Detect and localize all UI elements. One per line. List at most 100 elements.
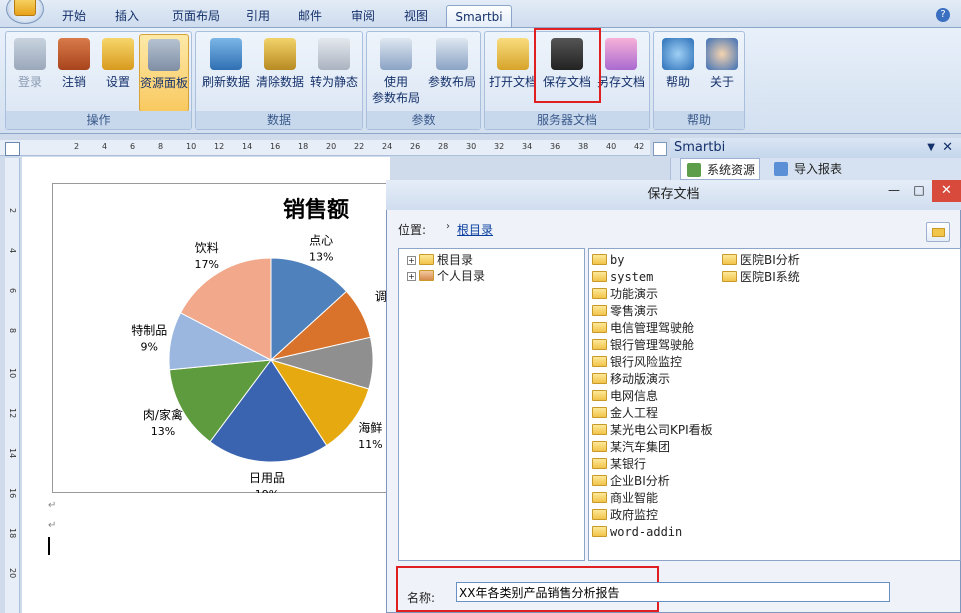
folder-item[interactable]: by: [592, 252, 624, 268]
slice-label: 特制品: [131, 322, 167, 337]
close-icon[interactable]: ✕: [932, 180, 961, 202]
ruler-mark: 12: [8, 408, 17, 419]
help-button[interactable]: 帮助: [656, 34, 700, 112]
folder-item[interactable]: 电网信息: [592, 388, 658, 404]
ruler-mark: 2: [8, 208, 17, 214]
tab-stop-selector[interactable]: [5, 142, 20, 156]
refresh-icon: [210, 38, 242, 70]
user-folder-icon: [419, 270, 434, 281]
ribbon-tab-bar: 开始 插入 页面布局 引用 邮件 审阅 视图 Smartbi ?: [0, 0, 961, 28]
folder-icon: [592, 407, 607, 418]
folder-item[interactable]: 某汽车集团: [592, 439, 670, 455]
panel-close-icon[interactable]: ✕: [942, 138, 953, 158]
expand-icon[interactable]: +: [407, 272, 416, 281]
folder-item[interactable]: 某银行: [592, 456, 646, 472]
folder-item[interactable]: 银行管理驾驶舱: [592, 337, 694, 353]
tab-insert[interactable]: 插入: [104, 5, 150, 27]
slice-label: 点心: [309, 234, 333, 248]
folder-name: 政府监控: [610, 508, 659, 522]
folder-item[interactable]: 医院BI系统: [722, 269, 800, 285]
folder-name: 某汽车集团: [610, 440, 671, 454]
use-param-layout-button[interactable]: 使用 参数布局: [369, 34, 423, 114]
tab-references[interactable]: 引用: [238, 5, 278, 27]
settings-button[interactable]: 设置: [98, 34, 138, 112]
folder-item[interactable]: 商业智能: [592, 490, 658, 506]
text-cursor: [48, 537, 50, 555]
folder-icon: [592, 509, 607, 520]
slice-percent-label: 17%: [194, 258, 218, 271]
tab-smartbi[interactable]: Smartbi: [446, 5, 512, 27]
clear-data-button[interactable]: 清除数据: [254, 34, 306, 112]
ruler-toggle-icon[interactable]: [653, 142, 667, 156]
folder-item[interactable]: 功能演示: [592, 286, 658, 302]
horizontal-ruler[interactable]: 2 4 6 8 10 12 14 16 18 20 22 24 26 28 30 32 34 36 38 40 42: [0, 140, 650, 156]
slice-label: 肉/家禽: [143, 407, 183, 422]
folder-item[interactable]: 政府监控: [592, 507, 658, 523]
tab-page-layout[interactable]: 页面布局: [158, 5, 234, 27]
folder-item[interactable]: 电信管理驾驶舱: [592, 320, 694, 336]
about-button[interactable]: 关于: [700, 34, 744, 112]
folder-item[interactable]: 企业BI分析: [592, 473, 670, 489]
new-folder-button[interactable]: [926, 222, 950, 242]
panel-title: Smartbi ▼ ✕: [670, 138, 961, 158]
ruler-mark: 40: [606, 142, 617, 151]
ruler-mark: 8: [8, 328, 17, 334]
folder-name: 功能演示: [610, 287, 659, 301]
open-document-button[interactable]: 打开文档: [487, 34, 539, 112]
group-help: 帮助 关于 帮助: [653, 31, 745, 130]
folder-icon: [592, 373, 607, 384]
expand-icon[interactable]: +: [407, 256, 416, 265]
login-button[interactable]: 登录: [10, 34, 50, 112]
name-label: 名称:: [407, 591, 436, 605]
folder-item[interactable]: 零售演示: [592, 303, 658, 319]
location-link[interactable]: 根目录: [457, 221, 493, 238]
tab-review[interactable]: 审阅: [341, 5, 385, 27]
help-icon[interactable]: ?: [936, 8, 950, 22]
folder-list[interactable]: by system 功能演示零售演示 电信管理驾驶舱 银行管理驾驶舱银行风险监控移动版演…: [588, 248, 961, 561]
import-report-icon: [774, 162, 788, 176]
ruler-mark: 20: [8, 568, 17, 579]
slice-percent-label: 11%: [358, 438, 382, 451]
ruler-mark: 24: [382, 142, 393, 151]
logout-icon: [58, 38, 90, 70]
folder-item[interactable]: system: [592, 269, 653, 285]
tab-system-resources[interactable]: 系统资源: [680, 158, 760, 180]
slice-percent-label: 9%: [141, 340, 158, 353]
ruler-mark: 12: [214, 142, 225, 151]
folder-icon: [592, 305, 607, 316]
ruler-mark: 4: [8, 248, 17, 254]
directory-tree[interactable]: + 根目录 + 个人目录: [398, 248, 585, 561]
folder-item[interactable]: word-addin: [592, 524, 682, 540]
tree-item-root[interactable]: + 根目录: [407, 252, 473, 268]
folder-icon: [592, 441, 607, 452]
tab-view[interactable]: 视图: [394, 5, 438, 27]
folder-item[interactable]: 移动版演示: [592, 371, 670, 387]
panel-dropdown-icon[interactable]: ▼: [927, 138, 935, 158]
ruler-mark: 18: [8, 528, 17, 539]
logout-button[interactable]: 注销: [54, 34, 94, 112]
save-as-document-button[interactable]: 另存文档: [595, 34, 647, 112]
folder-icon: [722, 271, 737, 282]
folder-item[interactable]: 某光电公司KPI看板: [592, 422, 713, 438]
login-icon: [14, 38, 46, 70]
minimize-icon[interactable]: —: [885, 183, 903, 199]
folder-item[interactable]: 金人工程: [592, 405, 658, 421]
folder-item[interactable]: 银行风险监控: [592, 354, 682, 370]
tree-item-personal[interactable]: + 个人目录: [407, 268, 485, 284]
maximize-icon[interactable]: □: [910, 183, 928, 199]
folder-item[interactable]: 医院BI分析: [722, 252, 800, 268]
refresh-data-button[interactable]: 刷新数据: [200, 34, 252, 112]
param-layout-button[interactable]: 参数布局: [425, 34, 479, 112]
tab-import-report[interactable]: 导入报表: [768, 158, 858, 180]
resource-panel-button[interactable]: 资源面板: [139, 34, 189, 112]
vertical-ruler[interactable]: 2 4 6 8 10 12 14 16 18 20: [5, 158, 20, 613]
new-folder-icon: [932, 228, 945, 237]
tab-home[interactable]: 开始: [52, 5, 96, 27]
folder-name: 医院BI分析: [740, 253, 800, 267]
convert-static-button[interactable]: 转为静态: [308, 34, 360, 112]
folder-name: 银行风险监控: [610, 355, 683, 369]
ruler-mark: 10: [186, 142, 197, 151]
document-name-input[interactable]: [456, 582, 890, 602]
tab-mailings[interactable]: 邮件: [290, 5, 330, 27]
paragraph-mark: ↵: [48, 500, 57, 511]
